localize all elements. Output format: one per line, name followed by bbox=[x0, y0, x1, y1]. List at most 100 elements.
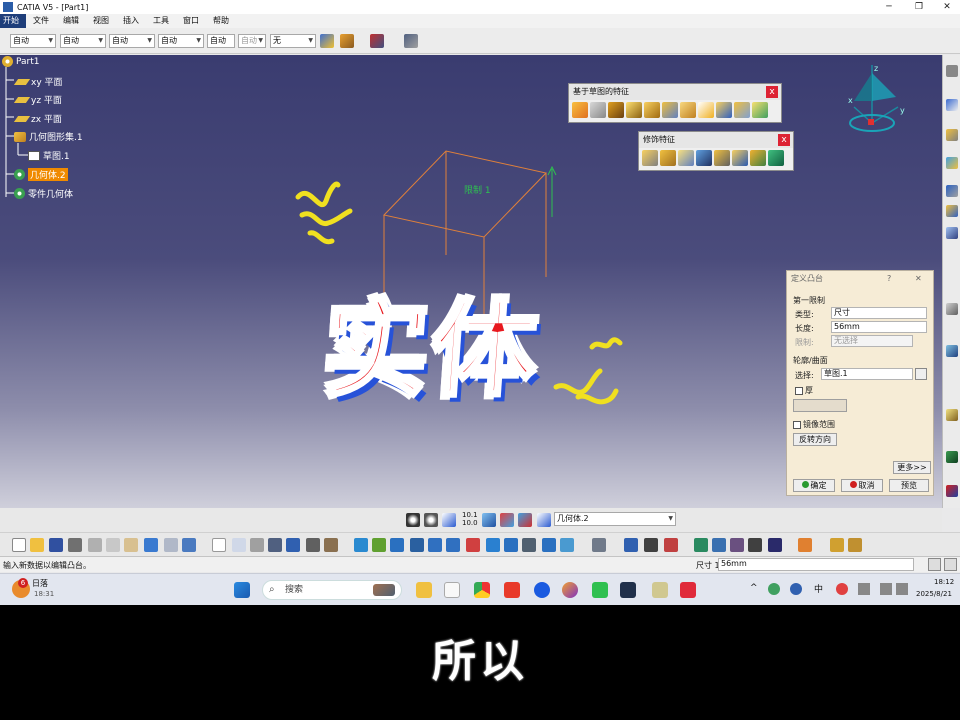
catalog-icon[interactable] bbox=[518, 513, 532, 527]
solid-combine-icon[interactable] bbox=[752, 102, 768, 118]
line-icon[interactable] bbox=[946, 185, 958, 197]
shaft-icon[interactable] bbox=[608, 102, 624, 118]
brush-icon[interactable] bbox=[798, 538, 812, 552]
power-input-icon[interactable] bbox=[944, 558, 957, 571]
tray-network-icon[interactable] bbox=[858, 583, 870, 595]
pad-icon[interactable] bbox=[572, 102, 588, 118]
tray-wechat-icon[interactable] bbox=[790, 583, 802, 595]
sketcher-icon[interactable] bbox=[946, 129, 958, 141]
lock-icon[interactable] bbox=[306, 538, 320, 552]
dialog-title-bar[interactable]: 定义凸台 ? ✕ bbox=[787, 271, 933, 287]
paintbrush-icon[interactable] bbox=[320, 34, 334, 48]
cut-icon[interactable] bbox=[88, 538, 102, 552]
reference-point-icon[interactable] bbox=[946, 157, 958, 169]
close-toolbar-button[interactable]: x bbox=[766, 86, 778, 98]
tray-battery-icon[interactable] bbox=[896, 583, 908, 595]
thread-icon[interactable] bbox=[732, 150, 748, 166]
open-folder-icon[interactable] bbox=[30, 538, 44, 552]
hide-show-icon[interactable] bbox=[542, 538, 556, 552]
environment-icon[interactable] bbox=[768, 538, 782, 552]
save-icon[interactable] bbox=[49, 538, 63, 552]
slot-icon[interactable] bbox=[680, 102, 696, 118]
copy-format-icon[interactable] bbox=[340, 34, 354, 48]
zoom-in-icon[interactable] bbox=[428, 538, 442, 552]
formula-icon[interactable] bbox=[212, 538, 226, 552]
measure-inertia-icon[interactable] bbox=[644, 538, 658, 552]
comment-icon[interactable] bbox=[232, 538, 246, 552]
menu-window[interactable]: 窗口 bbox=[176, 14, 206, 28]
rendering-style-combo[interactable]: 无 ▼ bbox=[270, 34, 316, 48]
menu-insert[interactable]: 插入 bbox=[116, 14, 146, 28]
scan-icon[interactable] bbox=[500, 513, 514, 527]
file-explorer-icon[interactable] bbox=[416, 582, 432, 598]
catia-taskbar-icon[interactable] bbox=[620, 582, 636, 598]
notepad-icon[interactable] bbox=[444, 582, 460, 598]
close-toolbar-button[interactable]: x bbox=[778, 134, 790, 146]
whats-this-icon[interactable] bbox=[182, 538, 196, 552]
select-icon[interactable] bbox=[946, 99, 958, 111]
pattern-icon[interactable] bbox=[482, 513, 496, 527]
update-icon[interactable] bbox=[406, 513, 420, 527]
chrome-icon[interactable] bbox=[474, 582, 490, 598]
pan-icon[interactable] bbox=[390, 538, 404, 552]
local-update-icon[interactable] bbox=[424, 513, 438, 527]
remove-face-icon[interactable] bbox=[750, 150, 766, 166]
menu-file[interactable]: 文件 bbox=[26, 14, 56, 28]
iso-view-icon[interactable] bbox=[504, 538, 518, 552]
plane-tool-icon[interactable] bbox=[946, 205, 958, 217]
tray-sogou-icon[interactable] bbox=[836, 583, 848, 595]
power-copy-icon[interactable] bbox=[324, 538, 338, 552]
render-icon[interactable] bbox=[748, 538, 762, 552]
thickness-icon[interactable] bbox=[714, 150, 730, 166]
calculator-icon[interactable] bbox=[928, 558, 941, 571]
material-icon[interactable] bbox=[370, 34, 384, 48]
multi-view-icon[interactable] bbox=[486, 538, 500, 552]
windows-start-icon[interactable] bbox=[234, 582, 250, 598]
apply-material-bottom-icon[interactable] bbox=[694, 538, 708, 552]
reverse-side-button[interactable] bbox=[793, 399, 847, 412]
taskbar-search[interactable]: ⌕ 搜索 bbox=[262, 580, 402, 600]
shading-icon[interactable] bbox=[522, 538, 536, 552]
reverse-direction-button[interactable]: 反转方向 bbox=[793, 433, 837, 446]
settings-icon[interactable] bbox=[946, 65, 958, 77]
tray-volume-icon[interactable] bbox=[880, 583, 892, 595]
line-thickness-combo[interactable]: 自动 ▼ bbox=[109, 34, 155, 48]
length-input[interactable]: 56mm bbox=[831, 321, 927, 333]
replace-face-icon[interactable] bbox=[768, 150, 784, 166]
thick-checkbox[interactable]: 厚 bbox=[795, 385, 813, 396]
print-icon[interactable] bbox=[68, 538, 82, 552]
layer-combo[interactable]: 自动 ▼ bbox=[238, 34, 266, 48]
menu-view[interactable]: 视图 bbox=[86, 14, 116, 28]
more-button[interactable]: 更多>> bbox=[893, 461, 931, 474]
groove-icon[interactable] bbox=[626, 102, 642, 118]
shell-icon[interactable] bbox=[696, 150, 712, 166]
tree-item-sketch[interactable]: 草图.1 bbox=[28, 149, 70, 162]
draft-icon[interactable] bbox=[678, 150, 694, 166]
limit-field[interactable]: 无选择 bbox=[831, 335, 913, 347]
zoom-out-icon[interactable] bbox=[446, 538, 460, 552]
current-body-combo[interactable]: 几何体.2 ▼ bbox=[554, 512, 676, 526]
mirrored-extent-checkbox[interactable]: 镜像范围 bbox=[793, 419, 835, 430]
tree-item-body-2[interactable]: 几何体.2 bbox=[14, 168, 68, 181]
maximize-button[interactable]: ❐ bbox=[906, 0, 932, 14]
taskbar-clock[interactable]: 18:12 bbox=[934, 578, 954, 586]
knowledge-icon[interactable] bbox=[250, 538, 264, 552]
undo-icon[interactable] bbox=[144, 538, 158, 552]
tree-item-zx-plane[interactable]: zx 平面 bbox=[13, 112, 62, 125]
redo-icon[interactable] bbox=[164, 538, 178, 552]
chamfer-icon[interactable] bbox=[660, 150, 676, 166]
tree-item-xy-plane[interactable]: xy 平面 bbox=[13, 75, 63, 88]
snapshot-icon[interactable] bbox=[712, 538, 726, 552]
app-v-icon[interactable] bbox=[652, 582, 668, 598]
dialog-close-button[interactable]: ✕ bbox=[915, 271, 922, 287]
status-value-input[interactable]: 56mm bbox=[718, 558, 914, 571]
stiffener-icon[interactable] bbox=[698, 102, 714, 118]
ok-button[interactable]: 确定 bbox=[793, 479, 835, 492]
measure-between-icon[interactable] bbox=[592, 538, 606, 552]
normal-view-icon[interactable] bbox=[466, 538, 480, 552]
toolbar-header[interactable]: 基于草图的特征 x bbox=[569, 84, 781, 100]
line-type-combo[interactable]: 自动 ▼ bbox=[158, 34, 204, 48]
swap-space-icon[interactable] bbox=[560, 538, 574, 552]
axis-icon[interactable] bbox=[442, 513, 456, 527]
new-file-icon[interactable] bbox=[12, 538, 26, 552]
